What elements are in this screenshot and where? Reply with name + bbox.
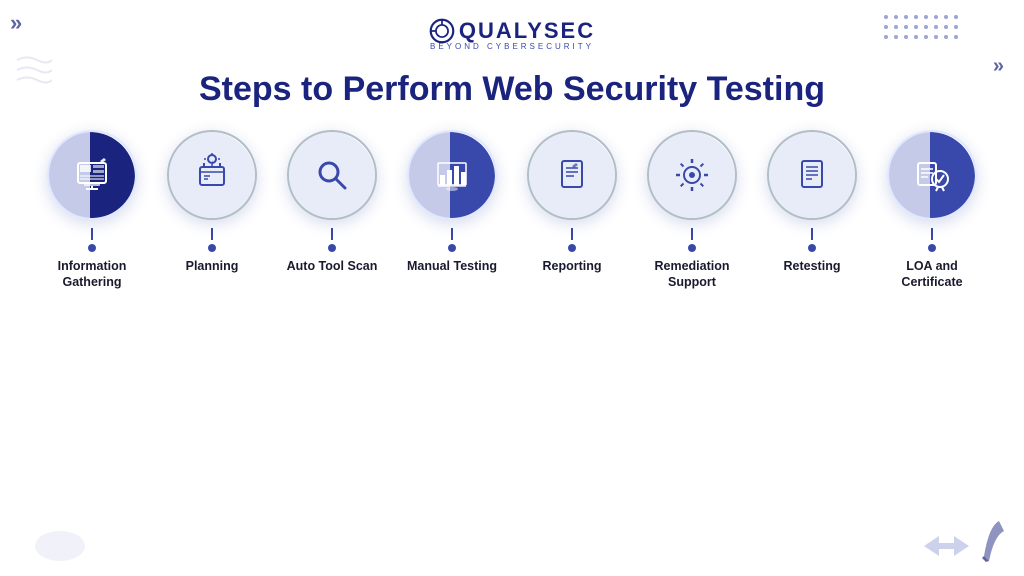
step-8-label: LOA and Certificate [876, 258, 988, 291]
logo-icon [429, 18, 455, 44]
step-planning: Planning [156, 130, 268, 274]
step-1-circle [47, 130, 137, 220]
step-8-circle [887, 130, 977, 220]
step-4-label: Manual Testing [407, 258, 497, 274]
remediation-support-icon [670, 153, 714, 197]
step-7-circle [767, 130, 857, 220]
step-5-connector-line [571, 228, 573, 240]
step-reporting: Reporting [516, 130, 628, 274]
step-1-connector-dot [88, 244, 96, 252]
step-2-connector-line [211, 228, 213, 240]
step-6-connector-line [691, 228, 693, 240]
step-3-connector-dot [328, 244, 336, 252]
step-3-connector-line [331, 228, 333, 240]
step-6-circle [647, 130, 737, 220]
step-3-label: Auto Tool Scan [287, 258, 378, 274]
logo: QUALYSEC BEYOND CYBERSECURITY [429, 18, 595, 51]
steps-container: Information Gathering [0, 130, 1024, 291]
step-information-gathering: Information Gathering [36, 130, 148, 291]
step-5-circle [527, 130, 617, 220]
wave-deco-left [12, 50, 52, 100]
step-7-connector-line [811, 228, 813, 240]
step-2-circle [167, 130, 257, 220]
page-title: Steps to Perform Web Security Testing [0, 59, 1024, 130]
step-auto-tool-scan: Auto Tool Scan [276, 130, 388, 274]
step-remediation-support: Remediation Support [636, 130, 748, 291]
step-4-circle [407, 130, 497, 220]
step-8-connector-dot [928, 244, 936, 252]
step-6-label: Remediation Support [636, 258, 748, 291]
step-2-connector-dot [208, 244, 216, 252]
manual-testing-icon [430, 153, 474, 197]
retesting-icon [790, 153, 834, 197]
step-3-circle [287, 130, 377, 220]
step-retesting: Retesting [756, 130, 868, 274]
top-left-arrow-deco: » [10, 10, 22, 36]
dots-deco-top-right [884, 15, 964, 55]
header: QUALYSEC BEYOND CYBERSECURITY [0, 0, 1024, 59]
step-8-connector-line [931, 228, 933, 240]
step-1-connector-line [91, 228, 93, 240]
reporting-icon [550, 153, 594, 197]
logo-tagline: BEYOND CYBERSECURITY [430, 42, 594, 51]
logo-text: QUALYSEC [429, 18, 595, 44]
step-5-label: Reporting [542, 258, 601, 274]
loa-certificate-icon [910, 153, 954, 197]
step-5-connector-dot [568, 244, 576, 252]
step-2-label: Planning [186, 258, 239, 274]
auto-tool-scan-icon [310, 153, 354, 197]
step-7-label: Retesting [784, 258, 841, 274]
step-4-connector-line [451, 228, 453, 240]
pen-deco-bottom-right [974, 516, 1014, 566]
step-7-connector-dot [808, 244, 816, 252]
top-right-arrow-deco: » [993, 55, 1004, 78]
step-4-connector-dot [448, 244, 456, 252]
logo-name: QUALYSEC [459, 18, 595, 44]
planning-icon [190, 153, 234, 197]
step-1-label: Information Gathering [36, 258, 148, 291]
information-gathering-icon [70, 153, 114, 197]
step-loa-certificate: LOA and Certificate [876, 130, 988, 291]
step-6-connector-dot [688, 244, 696, 252]
bottom-left-deco [30, 516, 110, 566]
step-manual-testing: Manual Testing [396, 130, 508, 274]
